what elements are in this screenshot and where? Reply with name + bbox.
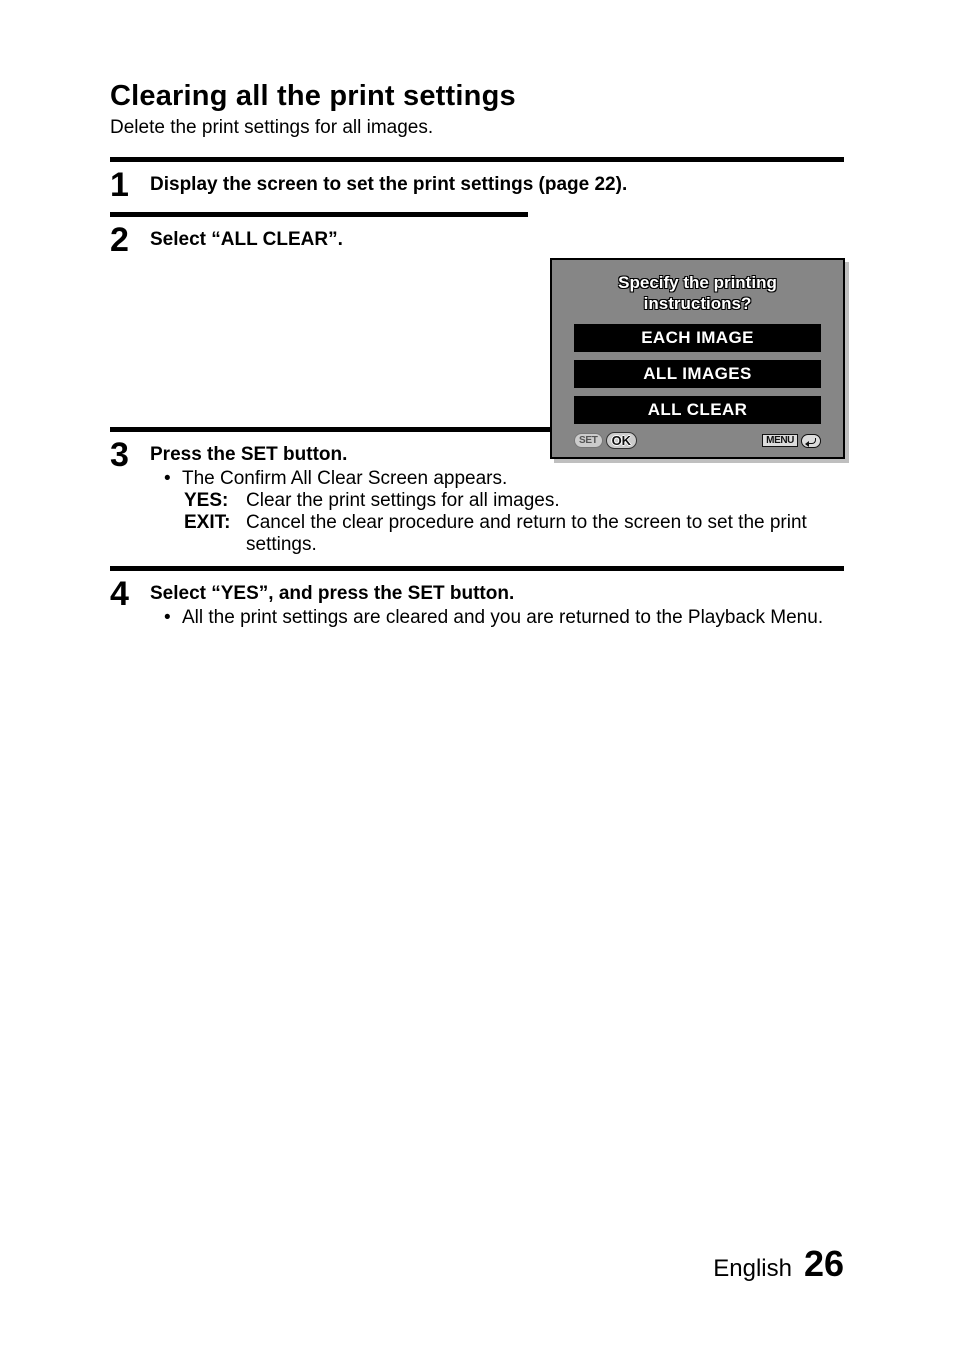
- set-chip: SET: [574, 433, 603, 448]
- step-heading: Display the screen to set the print sett…: [150, 174, 844, 196]
- bullet-text: All the print settings are cleared and y…: [182, 607, 823, 629]
- step-4: 4 Select “YES”, and press the SET button…: [110, 571, 844, 639]
- return-icon: [801, 434, 821, 448]
- definition-exit: EXIT: Cancel the clear procedure and ret…: [184, 512, 844, 556]
- title-line-1: Specify the printing: [618, 273, 777, 292]
- bullet-dot: •: [164, 607, 174, 629]
- section-subtitle: Delete the print settings for all images…: [110, 117, 844, 139]
- menu-item-all-images[interactable]: ALL IMAGES: [574, 360, 821, 388]
- step-number: 3: [110, 438, 150, 472]
- page-footer: English 26: [713, 1243, 844, 1285]
- definition-desc: Cancel the clear procedure and return to…: [246, 512, 844, 556]
- menu-item-each-image[interactable]: EACH IMAGE: [574, 324, 821, 352]
- step-heading: Select “ALL CLEAR”.: [150, 229, 844, 251]
- definition-yes: YES: Clear the print settings for all im…: [184, 490, 844, 512]
- bullet: • The Confirm All Clear Screen appears.: [150, 468, 844, 490]
- footer-page-number: 26: [804, 1243, 844, 1285]
- step-heading: Select “YES”, and press the SET button.: [150, 583, 844, 605]
- menu-item-all-clear[interactable]: ALL CLEAR: [574, 396, 821, 424]
- definition-desc: Clear the print settings for all images.: [246, 490, 844, 512]
- step-number: 4: [110, 577, 150, 611]
- menu-chip: MENU: [762, 434, 798, 447]
- set-ok-indicator: SET OK: [574, 432, 637, 449]
- title-line-2: instructions?: [644, 294, 752, 313]
- section-title: Clearing all the print settings: [110, 80, 844, 113]
- bullet-dot: •: [164, 468, 174, 490]
- step-number: 1: [110, 168, 150, 202]
- ok-chip: OK: [606, 432, 638, 449]
- step-1: 1 Display the screen to set the print se…: [110, 162, 844, 212]
- camera-screen-title: Specify the printing instructions?: [574, 272, 821, 314]
- menu-return-indicator: MENU: [762, 434, 821, 448]
- definition-term: YES:: [184, 490, 246, 512]
- step-number: 2: [110, 223, 150, 257]
- bullet-text: The Confirm All Clear Screen appears.: [182, 468, 507, 490]
- definition-term: EXIT:: [184, 512, 246, 556]
- bullet: • All the print settings are cleared and…: [150, 607, 844, 629]
- camera-screen: Specify the printing instructions? EACH …: [550, 258, 845, 459]
- footer-language: English: [713, 1255, 792, 1283]
